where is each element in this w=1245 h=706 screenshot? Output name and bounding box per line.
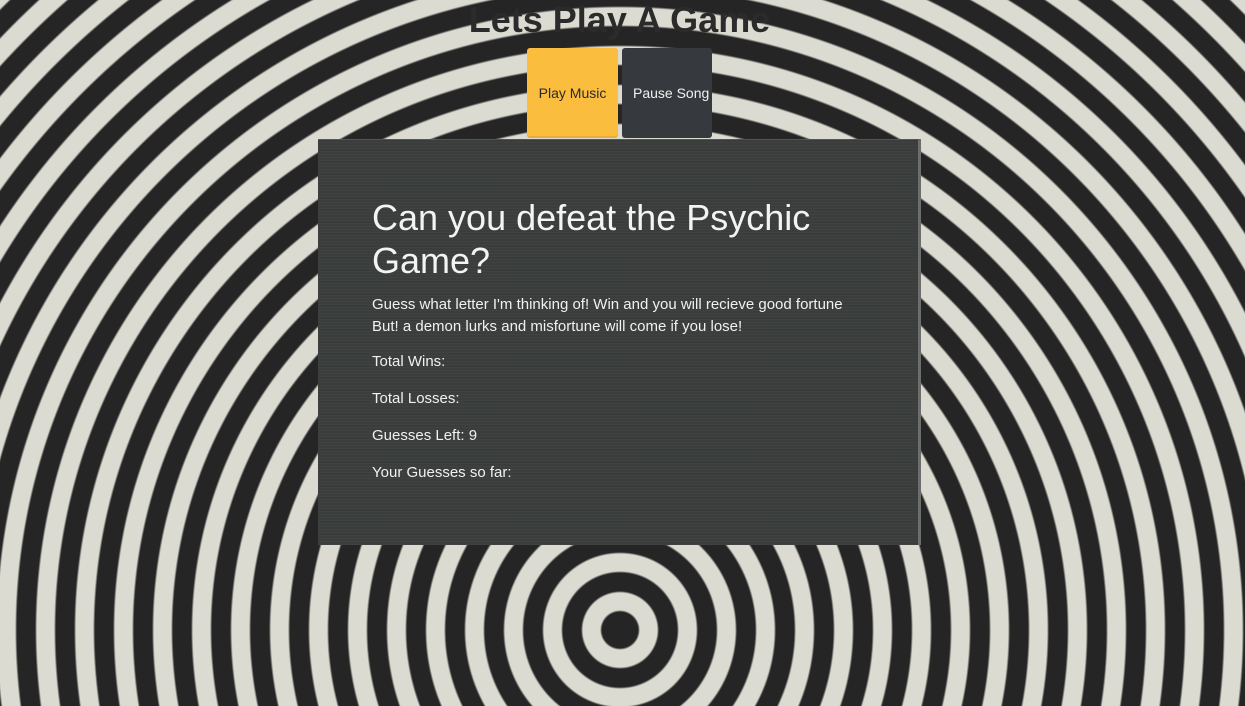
game-heading: Can you defeat the Psychic Game?: [372, 197, 811, 281]
play-music-button[interactable]: Play Music: [527, 48, 618, 138]
total-wins: Total Wins:: [372, 353, 864, 371]
guesses-left-label: Guesses Left:: [372, 427, 465, 444]
total-losses: Total Losses:: [372, 390, 864, 408]
guesses-left: Guesses Left: 9: [372, 427, 864, 445]
guesses-left-value: 9: [468, 427, 478, 444]
guesses-so-far: Your Guesses so far:: [372, 464, 864, 482]
total-wins-label: Total Wins:: [372, 353, 446, 370]
pause-song-button[interactable]: Pause Song: [622, 48, 712, 138]
guesses-so-far-label: Your Guesses so far:: [372, 464, 512, 481]
game-instructions: Guess what letter I'm thinking of! Win a…: [372, 294, 864, 338]
game-panel: Can you defeat the Psychic Game? Guess w…: [318, 139, 921, 545]
instructions-line-1: Guess what letter I'm thinking of! Win a…: [372, 296, 843, 313]
page-title: Lets Play A Game: [468, 0, 771, 40]
total-losses-label: Total Losses:: [372, 390, 460, 407]
instructions-line-2: But! a demon lurks and misfortune will c…: [372, 318, 743, 335]
